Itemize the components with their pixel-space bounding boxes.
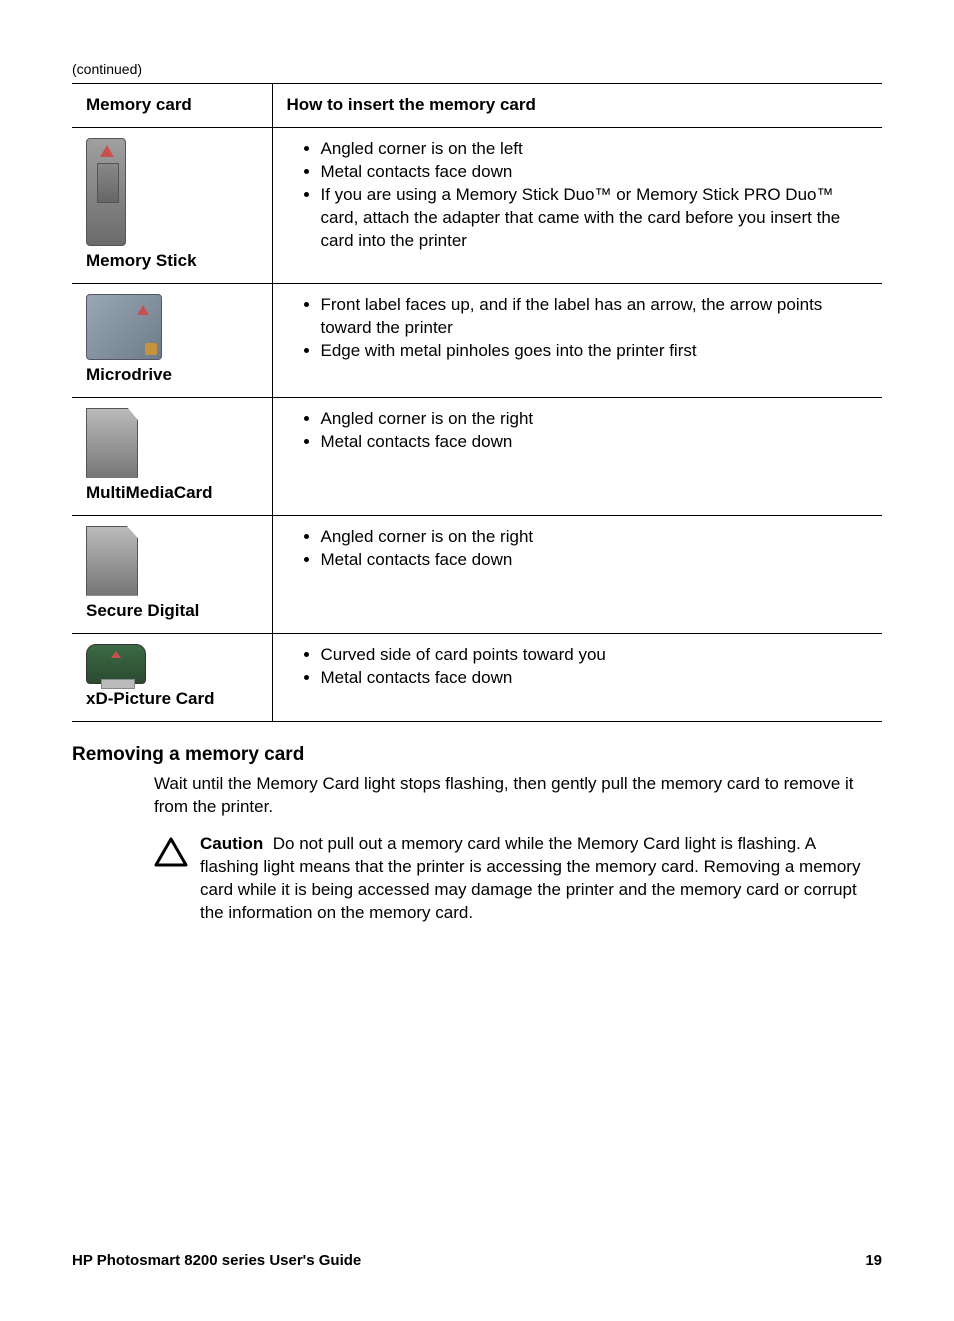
continued-label: (continued) (72, 60, 882, 79)
instruction-item: Angled corner is on the right (321, 526, 869, 549)
table-header-row: Memory card How to insert the memory car… (72, 83, 882, 127)
table-row: MultiMediaCard Angled corner is on the r… (72, 397, 882, 515)
footer-guide-title: HP Photosmart 8200 series User's Guide (72, 1251, 361, 1271)
table-header-right: How to insert the memory card (272, 83, 882, 127)
footer-page-number: 19 (865, 1251, 882, 1271)
memory-card-table: Memory card How to insert the memory car… (72, 83, 882, 722)
microdrive-icon (86, 294, 162, 360)
instruction-item: Front label faces up, and if the label h… (321, 294, 869, 340)
removing-memory-card-body: Wait until the Memory Card light stops f… (154, 773, 862, 819)
table-row: Memory Stick Angled corner is on the lef… (72, 127, 882, 283)
card-cell-xd-picture: xD-Picture Card (72, 633, 272, 721)
card-cell-microdrive: Microdrive (72, 283, 272, 397)
table-row: Secure Digital Angled corner is on the r… (72, 515, 882, 633)
card-cell-memory-stick: Memory Stick (72, 127, 272, 283)
card-instructions: Angled corner is on the right Metal cont… (272, 397, 882, 515)
instruction-item: Metal contacts face down (321, 431, 869, 454)
card-name-label: xD-Picture Card (86, 688, 258, 711)
card-name-label: Memory Stick (86, 250, 258, 273)
card-instructions: Curved side of card points toward you Me… (272, 633, 882, 721)
instruction-item: Edge with metal pinholes goes into the p… (321, 340, 869, 363)
instruction-item: Angled corner is on the right (321, 408, 869, 431)
secure-digital-icon (86, 526, 138, 596)
card-instructions: Angled corner is on the right Metal cont… (272, 515, 882, 633)
removing-memory-card-heading: Removing a memory card (72, 742, 882, 768)
card-cell-multimediacard: MultiMediaCard (72, 397, 272, 515)
caution-label: Caution (200, 834, 263, 853)
page-footer: HP Photosmart 8200 series User's Guide 1… (72, 1251, 882, 1271)
table-header-left: Memory card (72, 83, 272, 127)
instruction-item: If you are using a Memory Stick Duo™ or … (321, 184, 869, 253)
table-row: Microdrive Front label faces up, and if … (72, 283, 882, 397)
instruction-item: Metal contacts face down (321, 667, 869, 690)
card-name-label: Secure Digital (86, 600, 258, 623)
card-name-label: MultiMediaCard (86, 482, 258, 505)
memory-stick-icon (86, 138, 126, 246)
caution-block: Caution Do not pull out a memory card wh… (154, 833, 862, 925)
instruction-item: Metal contacts face down (321, 161, 869, 184)
card-name-label: Microdrive (86, 364, 258, 387)
instruction-item: Metal contacts face down (321, 549, 869, 572)
multimediacard-icon (86, 408, 138, 478)
instruction-item: Curved side of card points toward you (321, 644, 869, 667)
caution-triangle-icon (154, 833, 200, 874)
caution-text: Caution Do not pull out a memory card wh… (200, 833, 862, 925)
card-cell-secure-digital: Secure Digital (72, 515, 272, 633)
caution-body-text: Do not pull out a memory card while the … (200, 834, 860, 922)
instruction-item: Angled corner is on the left (321, 138, 869, 161)
card-instructions: Front label faces up, and if the label h… (272, 283, 882, 397)
table-row: xD-Picture Card Curved side of card poin… (72, 633, 882, 721)
xd-picture-card-icon (86, 644, 146, 684)
card-instructions: Angled corner is on the left Metal conta… (272, 127, 882, 283)
